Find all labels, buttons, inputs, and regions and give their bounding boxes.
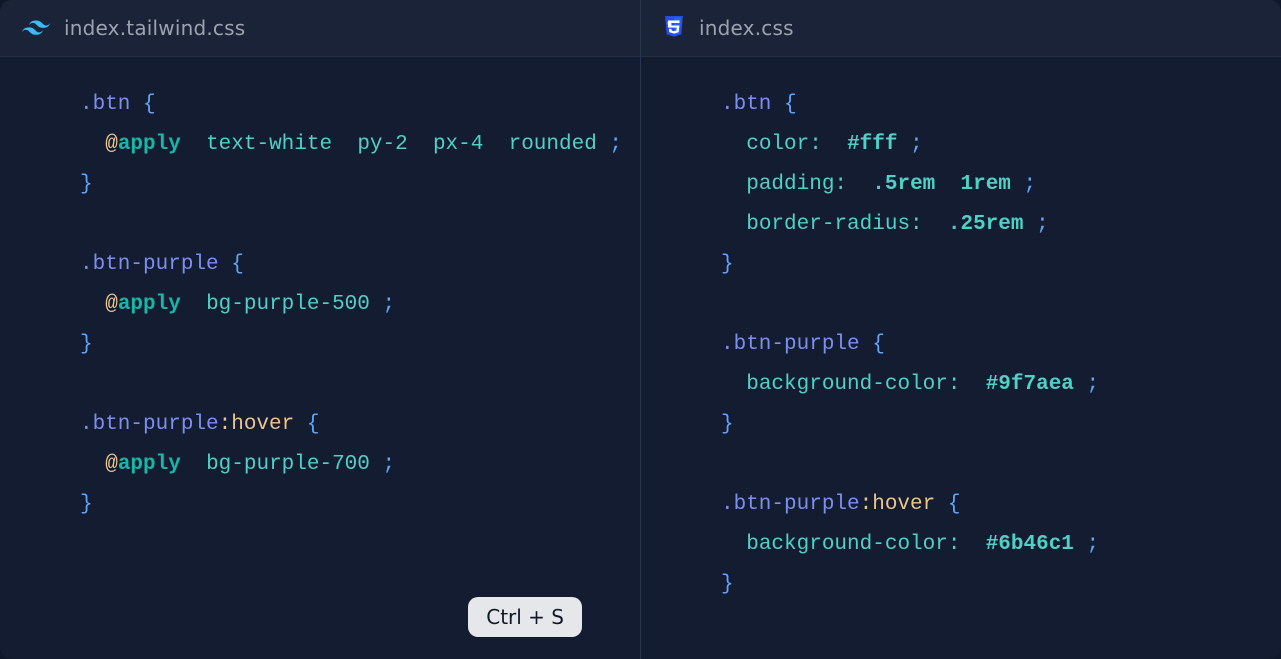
utility: py-2 <box>357 133 407 156</box>
pane-tailwind: index.tailwind.css .btn { @apply text-wh… <box>0 0 640 659</box>
value: .5rem <box>872 173 935 196</box>
utility: bg-purple-500 <box>206 293 370 316</box>
property: background-color: <box>746 373 960 396</box>
at-sign: @ <box>105 453 118 476</box>
value: #fff <box>847 133 897 156</box>
selector: .btn-purple <box>721 333 860 356</box>
brace-open: { <box>784 93 797 116</box>
semicolon: ; <box>383 293 396 316</box>
utility: px-4 <box>433 133 483 156</box>
apply-keyword: apply <box>118 293 181 316</box>
semicolon: ; <box>910 133 923 156</box>
semicolon: ; <box>609 133 622 156</box>
brace-close: } <box>80 333 93 356</box>
selector: .btn <box>80 93 130 116</box>
brace-open: { <box>307 413 320 436</box>
semicolon: ; <box>1087 373 1100 396</box>
utility: text-white <box>206 133 332 156</box>
at-sign: @ <box>105 293 118 316</box>
pseudo-hover: :hover <box>219 413 295 436</box>
tab-label-left[interactable]: index.tailwind.css <box>64 16 245 40</box>
semicolon: ; <box>1024 173 1037 196</box>
at-sign: @ <box>105 133 118 156</box>
brace-close: } <box>721 573 734 596</box>
brace-open: { <box>143 93 156 116</box>
apply-keyword: apply <box>118 453 181 476</box>
apply-keyword: apply <box>118 133 181 156</box>
value: .25rem <box>948 213 1024 236</box>
property: padding: <box>746 173 847 196</box>
value: #6b46c1 <box>986 533 1074 556</box>
selector: .btn-purple <box>80 413 219 436</box>
pane-css: index.css .btn { color: #fff ; padding: … <box>640 0 1281 659</box>
tabbar-right: index.css <box>641 0 1281 57</box>
tab-label-right[interactable]: index.css <box>699 16 794 40</box>
utility: rounded <box>509 133 597 156</box>
brace-close: } <box>721 413 734 436</box>
brace-close: } <box>80 173 93 196</box>
selector: .btn-purple <box>80 253 219 276</box>
property: background-color: <box>746 533 960 556</box>
brace-close: } <box>721 253 734 276</box>
brace-open: { <box>872 333 885 356</box>
code-right[interactable]: .btn { color: #fff ; padding: .5rem 1rem… <box>641 57 1281 659</box>
semicolon: ; <box>383 453 396 476</box>
value: 1rem <box>961 173 1011 196</box>
brace-close: } <box>80 493 93 516</box>
pseudo-hover: :hover <box>860 493 936 516</box>
css3-icon <box>663 16 685 40</box>
property: color: <box>746 133 822 156</box>
tailwind-icon <box>22 19 50 37</box>
semicolon: ; <box>1036 213 1049 236</box>
brace-open: { <box>948 493 961 516</box>
property: border-radius: <box>746 213 922 236</box>
tabbar-left: index.tailwind.css <box>0 0 640 57</box>
save-shortcut-keycap: Ctrl + S <box>468 597 582 637</box>
value: #9f7aea <box>986 373 1074 396</box>
selector: .btn <box>721 93 771 116</box>
brace-open: { <box>231 253 244 276</box>
semicolon: ; <box>1087 533 1100 556</box>
utility: bg-purple-700 <box>206 453 370 476</box>
selector: .btn-purple <box>721 493 860 516</box>
code-left[interactable]: .btn { @apply text-white py-2 px-4 round… <box>0 57 640 659</box>
editor-split-view: index.tailwind.css .btn { @apply text-wh… <box>0 0 1281 659</box>
